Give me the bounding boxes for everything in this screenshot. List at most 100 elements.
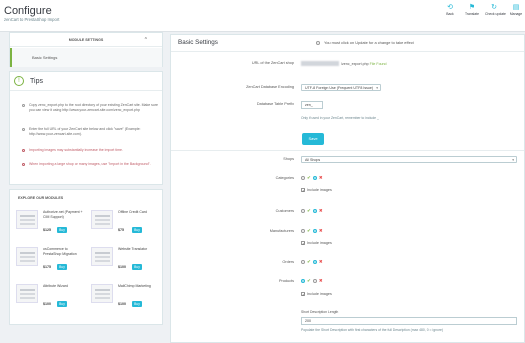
- tip-item: Enter the full URL of your ZenCart site …: [22, 127, 160, 136]
- prefix-label: Database Table Prefix: [256, 102, 294, 106]
- module-settings-panel: MODULE SETTINGS ⌃ Basic Settings: [9, 32, 163, 67]
- buy-button[interactable]: Buy: [57, 264, 67, 270]
- tip-item-warning: Importing images may substantially incre…: [22, 148, 160, 153]
- update-notice: You must click on Update for a change to…: [316, 40, 414, 45]
- radio-yes[interactable]: [301, 260, 305, 264]
- module-card[interactable]: Authorize.net (Payment + CIM Support) $1…: [12, 208, 86, 236]
- orders-toggle[interactable]: ✔ ✖: [301, 259, 323, 264]
- sidebar-item-basic-settings[interactable]: Basic Settings: [10, 48, 162, 67]
- radio-no[interactable]: [312, 176, 317, 180]
- manufacturers-include-images[interactable]: Include images: [301, 241, 332, 246]
- redacted-url: [301, 61, 339, 66]
- buy-button[interactable]: Buy: [132, 301, 142, 307]
- url-field[interactable]: /zenc_export.php File Found: [301, 61, 387, 66]
- radio-no[interactable]: [312, 279, 317, 283]
- book-icon: ▤: [512, 4, 520, 11]
- cross-icon: ✖: [318, 175, 323, 180]
- module-thumbnail: [91, 247, 113, 266]
- chevron-up-icon: ⌃: [143, 37, 148, 43]
- module-card[interactable]: Attribute Wizard $100 Buy: [12, 282, 86, 310]
- refresh-icon: ↻: [491, 4, 497, 11]
- divider: [171, 150, 524, 151]
- module-thumbnail: [16, 247, 38, 266]
- radio-no[interactable]: [312, 209, 317, 213]
- shops-select[interactable]: All Shops ▾: [301, 156, 517, 163]
- toolbar-back-button[interactable]: ⟲ Back: [441, 4, 459, 16]
- toolbar-manage-button[interactable]: ▤ Manage: [507, 4, 525, 16]
- categories-toggle[interactable]: ✔ ✖: [301, 175, 323, 180]
- module-card[interactable]: Offline Credit Card $75 Buy: [87, 208, 161, 236]
- flag-icon: ⚑: [468, 4, 476, 11]
- check-icon: ✔: [307, 259, 311, 264]
- chevron-down-icon: ▾: [376, 86, 378, 90]
- module-thumbnail: [91, 210, 113, 229]
- page-subtitle: zenCart to PrestaShop Import: [4, 17, 60, 22]
- radio-no[interactable]: [312, 229, 317, 233]
- categories-include-images[interactable]: Include images: [301, 188, 332, 193]
- buy-button[interactable]: Buy: [132, 264, 142, 270]
- checkbox[interactable]: [301, 292, 305, 297]
- info-icon: !: [14, 76, 24, 86]
- module-settings-toggle[interactable]: MODULE SETTINGS ⌃: [10, 33, 162, 47]
- prefix-help: Only if used in your ZenCart, remember t…: [301, 116, 379, 120]
- panel-title: Basic Settings: [178, 39, 218, 46]
- products-label: Products: [279, 279, 294, 283]
- check-icon: ✔: [307, 208, 311, 213]
- sidebar: MODULE SETTINGS ⌃ Basic Settings ! Tips …: [9, 32, 163, 325]
- bullet-icon: [22, 103, 25, 107]
- toolbar-translate-button[interactable]: ⚑ Translate: [463, 4, 481, 16]
- manufacturers-toggle[interactable]: ✔ ✖: [301, 228, 323, 233]
- buy-button[interactable]: Buy: [57, 227, 67, 233]
- cross-icon: ✖: [318, 278, 323, 283]
- radio-no[interactable]: [312, 260, 317, 264]
- products-include-images[interactable]: Include images: [301, 292, 332, 297]
- encoding-select[interactable]: UTF-8 Foreign Use (Frequent UTF8 Issue) …: [301, 84, 381, 91]
- tip-item: Copy zenc_export.php to the root directo…: [22, 103, 160, 112]
- explore-title: EXPLORE OUR MODULES: [18, 196, 64, 200]
- customers-toggle[interactable]: ✔ ✖: [301, 208, 323, 213]
- tips-header: ! Tips: [10, 72, 162, 91]
- buy-button[interactable]: Buy: [57, 301, 67, 307]
- module-thumbnail: [91, 284, 113, 303]
- module-card[interactable]: Website Translator $100 Buy: [87, 245, 161, 273]
- products-toggle[interactable]: ✔ ✖: [301, 278, 323, 283]
- buy-button[interactable]: Buy: [132, 227, 142, 233]
- module-thumbnail: [16, 284, 38, 303]
- categories-label: Categories: [275, 176, 294, 180]
- divider: [171, 51, 524, 52]
- encoding-label: ZenCart Database Encoding: [246, 85, 294, 89]
- shops-label: Shops: [283, 157, 294, 161]
- prefix-input[interactable]: zen_: [301, 101, 323, 109]
- file-found-status: File Found: [369, 61, 387, 66]
- check-icon: ✔: [307, 228, 311, 233]
- bullet-icon: [22, 127, 25, 131]
- radio-yes[interactable]: [301, 176, 305, 180]
- basic-settings-panel: Basic Settings You must click on Update …: [170, 34, 525, 343]
- tip-item-warning: When importing a large shop or many imag…: [22, 162, 160, 167]
- module-card[interactable]: MailChimp Marketing $100 Buy: [87, 282, 161, 310]
- toolbar-check-update-button[interactable]: ↻ Check update: [485, 4, 506, 16]
- radio-yes[interactable]: [301, 229, 305, 233]
- cross-icon: ✖: [318, 259, 323, 264]
- module-card[interactable]: osCommerce to PrestaShop Migration $175 …: [12, 245, 86, 273]
- toolbar: ⟲ Back ⚑ Translate ↻ Check update ▤ Mana…: [441, 4, 525, 16]
- checkbox[interactable]: [301, 188, 305, 193]
- save-button[interactable]: Save: [302, 133, 324, 145]
- customers-label: Customers: [275, 209, 294, 213]
- radio-yes[interactable]: [301, 279, 305, 283]
- check-icon: ✔: [307, 278, 311, 283]
- back-icon: ⟲: [447, 4, 453, 11]
- module-thumbnail: [16, 210, 38, 229]
- url-label: URL of the ZenCart shop: [251, 61, 294, 65]
- cross-icon: ✖: [318, 228, 323, 233]
- short-desc-help: Populate the Short Description with firs…: [301, 328, 444, 332]
- checkbox[interactable]: [301, 241, 305, 246]
- notice-radio-icon: [316, 40, 320, 45]
- short-desc-label: Short Description Length: [301, 310, 339, 314]
- bullet-icon: [22, 162, 25, 166]
- orders-label: Orders: [282, 260, 294, 264]
- tips-title: Tips: [30, 77, 43, 85]
- short-desc-input[interactable]: 200: [301, 317, 517, 325]
- radio-yes[interactable]: [301, 209, 305, 213]
- manufacturers-label: Manufacturers: [269, 229, 294, 233]
